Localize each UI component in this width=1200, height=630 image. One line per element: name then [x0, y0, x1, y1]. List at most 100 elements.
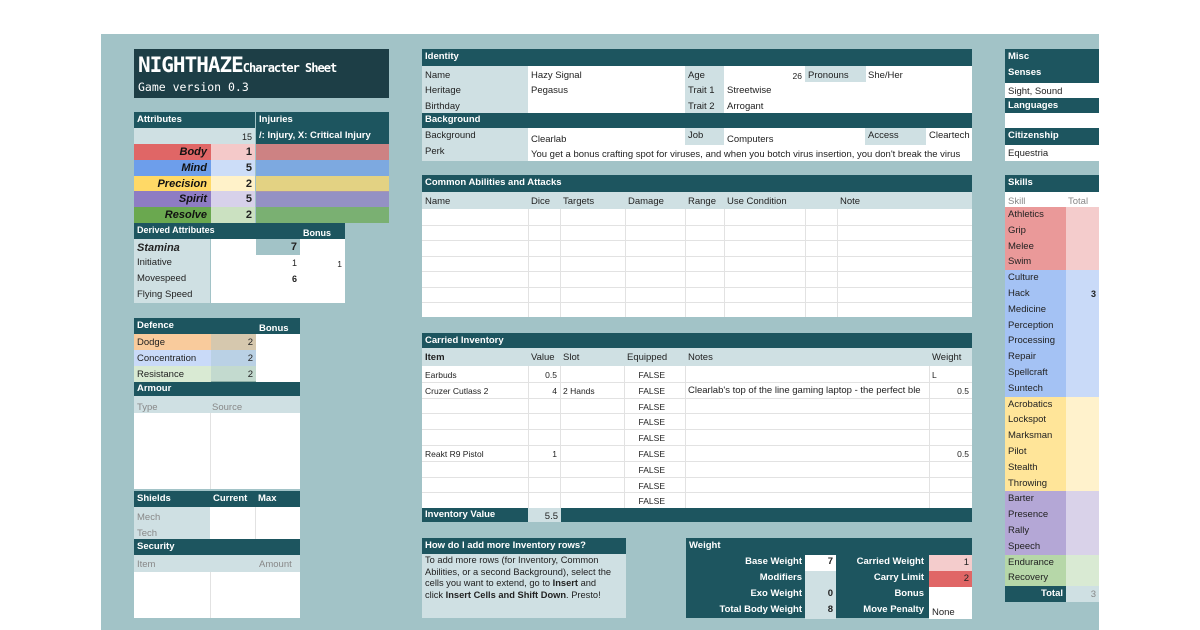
inventory-equipped[interactable]: FALSE	[624, 431, 668, 445]
derived-value-cell[interactable]	[256, 287, 300, 303]
skill-value-cell[interactable]	[1066, 301, 1099, 318]
inventory-value[interactable]: 4	[528, 384, 560, 398]
citizenship-header: Citizenship	[1005, 128, 1099, 145]
inventory-equipped[interactable]: FALSE	[624, 368, 668, 382]
derived-bonus[interactable]: 1	[300, 257, 345, 271]
trait1-field[interactable]: Streetwise	[724, 84, 774, 98]
derived-value[interactable]: 1	[256, 256, 300, 270]
weight-right-cell[interactable]	[929, 587, 972, 603]
defence-value[interactable]: 2	[211, 368, 256, 382]
weight-total-value[interactable]: 8	[805, 603, 836, 617]
inventory-equipped[interactable]: FALSE	[624, 447, 668, 461]
weight-value-cell[interactable]	[805, 571, 836, 587]
derived-bonus-cell[interactable]	[300, 239, 345, 255]
derived-value[interactable]: 6	[256, 272, 300, 286]
defence-value[interactable]: 2	[211, 336, 256, 350]
derived-bonus-cell[interactable]	[300, 271, 345, 287]
access-field[interactable]: Cleartech	[926, 129, 972, 143]
inventory-slot[interactable]: 2 Hands	[560, 384, 624, 398]
defence-bonus-cell[interactable]	[256, 350, 300, 366]
derived-bonus-cell[interactable]	[300, 287, 345, 303]
skill-value-cell[interactable]	[1066, 333, 1099, 350]
skill-value-cell[interactable]	[1066, 507, 1099, 523]
inventory-item[interactable]: Reakt R9 Pistol	[422, 447, 528, 461]
age-field[interactable]: 26	[724, 69, 805, 83]
skill-value-cell[interactable]	[1066, 238, 1099, 255]
skill-value-cell[interactable]	[1066, 270, 1099, 286]
attribute-value[interactable]: 5	[211, 161, 255, 175]
attribute-value[interactable]: 2	[211, 177, 255, 191]
injury-cell[interactable]	[256, 207, 389, 223]
skill-value-cell[interactable]	[1066, 365, 1099, 381]
inventory-equipped[interactable]: FALSE	[624, 494, 668, 508]
skill-value-cell[interactable]	[1066, 570, 1099, 587]
skill-value-cell[interactable]	[1066, 380, 1099, 397]
skill-value-cell[interactable]	[1066, 317, 1099, 334]
injury-cell[interactable]	[256, 176, 389, 192]
senses-field[interactable]: Sight, Sound	[1005, 85, 1065, 99]
languages-field[interactable]	[1005, 113, 1099, 128]
perk-field[interactable]: You get a bonus crafting spot for viruse…	[528, 148, 972, 162]
inventory-weight[interactable]: L	[929, 368, 972, 382]
skill-value-cell[interactable]	[1066, 428, 1099, 444]
weight-penalty-value[interactable]: None	[929, 606, 972, 620]
inventory-item[interactable]: Earbuds	[422, 368, 528, 382]
attribute-value[interactable]: 5	[211, 192, 255, 206]
derived-value[interactable]: 7	[256, 240, 300, 254]
injury-cell[interactable]	[256, 191, 389, 207]
trait2-field[interactable]: Arrogant	[724, 100, 766, 114]
security-table[interactable]	[134, 572, 300, 618]
name-field[interactable]: Hazy Signal	[528, 69, 585, 83]
skill-value-cell[interactable]	[1066, 207, 1099, 223]
injury-cell[interactable]	[256, 160, 389, 176]
skill-value-cell[interactable]	[1066, 475, 1099, 492]
background-field[interactable]: Clearlab	[528, 133, 569, 147]
inventory-equipped[interactable]: FALSE	[624, 400, 668, 414]
skill-value-cell[interactable]	[1066, 254, 1099, 271]
job-field[interactable]: Computers	[724, 133, 776, 147]
weight-carried-value[interactable]: 1	[929, 556, 972, 570]
inventory-item[interactable]: Cruzer Cutlass 2	[422, 384, 528, 398]
inventory-equipped[interactable]: FALSE	[624, 463, 668, 477]
skill-value-cell[interactable]	[1066, 222, 1099, 239]
inventory-equipped[interactable]: FALSE	[624, 415, 668, 429]
attribute-value[interactable]: 2	[211, 208, 255, 222]
skill-value-cell[interactable]	[1066, 444, 1099, 460]
heritage-field[interactable]: Pegasus	[528, 84, 571, 98]
inventory-equipped[interactable]: FALSE	[624, 479, 668, 493]
title-block: NIGHTHAZECharacter Sheet Game version 0.…	[134, 49, 389, 98]
inventory-equipped[interactable]: FALSE	[624, 384, 668, 398]
injury-cell[interactable]	[256, 144, 389, 160]
skill-value-cell[interactable]	[1066, 459, 1099, 476]
skill-value-cell[interactable]	[1066, 538, 1099, 555]
insert-menu-ref: Insert	[552, 578, 578, 588]
inventory-weight[interactable]: 0.5	[929, 447, 972, 461]
attribute-value[interactable]: 1	[211, 145, 255, 159]
grid-line	[422, 413, 972, 415]
weight-base-value[interactable]: 7	[805, 555, 836, 569]
pronouns-field[interactable]: She/Her	[865, 69, 906, 83]
weight-penalty-label: Move Penalty	[863, 604, 924, 615]
inventory-value[interactable]: 0.5	[528, 368, 560, 382]
weight-carried-label: Carried Weight	[856, 556, 924, 567]
inventory-value[interactable]: 1	[528, 447, 560, 461]
weight-exo-value[interactable]: 0	[805, 587, 836, 601]
defence-bonus-cell[interactable]	[256, 366, 300, 382]
citizenship-field[interactable]: Equestria	[1005, 147, 1051, 161]
skill-value-cell[interactable]	[1066, 554, 1099, 571]
skill-value-cell[interactable]	[1066, 349, 1099, 365]
weight-limit-value[interactable]: 2	[929, 572, 972, 586]
derived-blank	[211, 287, 256, 303]
skill-value[interactable]: 3	[1066, 287, 1099, 301]
inventory-notes[interactable]: Clearlab's top of the line gaming laptop…	[685, 384, 929, 398]
ability-col-dice: Dice	[531, 196, 551, 207]
defence-value[interactable]: 2	[211, 352, 256, 366]
skill-value-cell[interactable]	[1066, 412, 1099, 429]
defence-bonus-cell[interactable]	[256, 334, 300, 350]
armour-table[interactable]	[134, 413, 300, 489]
skill-value-cell[interactable]	[1066, 396, 1099, 413]
skill-value-cell[interactable]	[1066, 523, 1099, 539]
skill-marksman: Marksman	[1008, 430, 1053, 442]
inventory-weight[interactable]: 0.5	[929, 384, 972, 398]
skill-value-cell[interactable]	[1066, 491, 1099, 508]
